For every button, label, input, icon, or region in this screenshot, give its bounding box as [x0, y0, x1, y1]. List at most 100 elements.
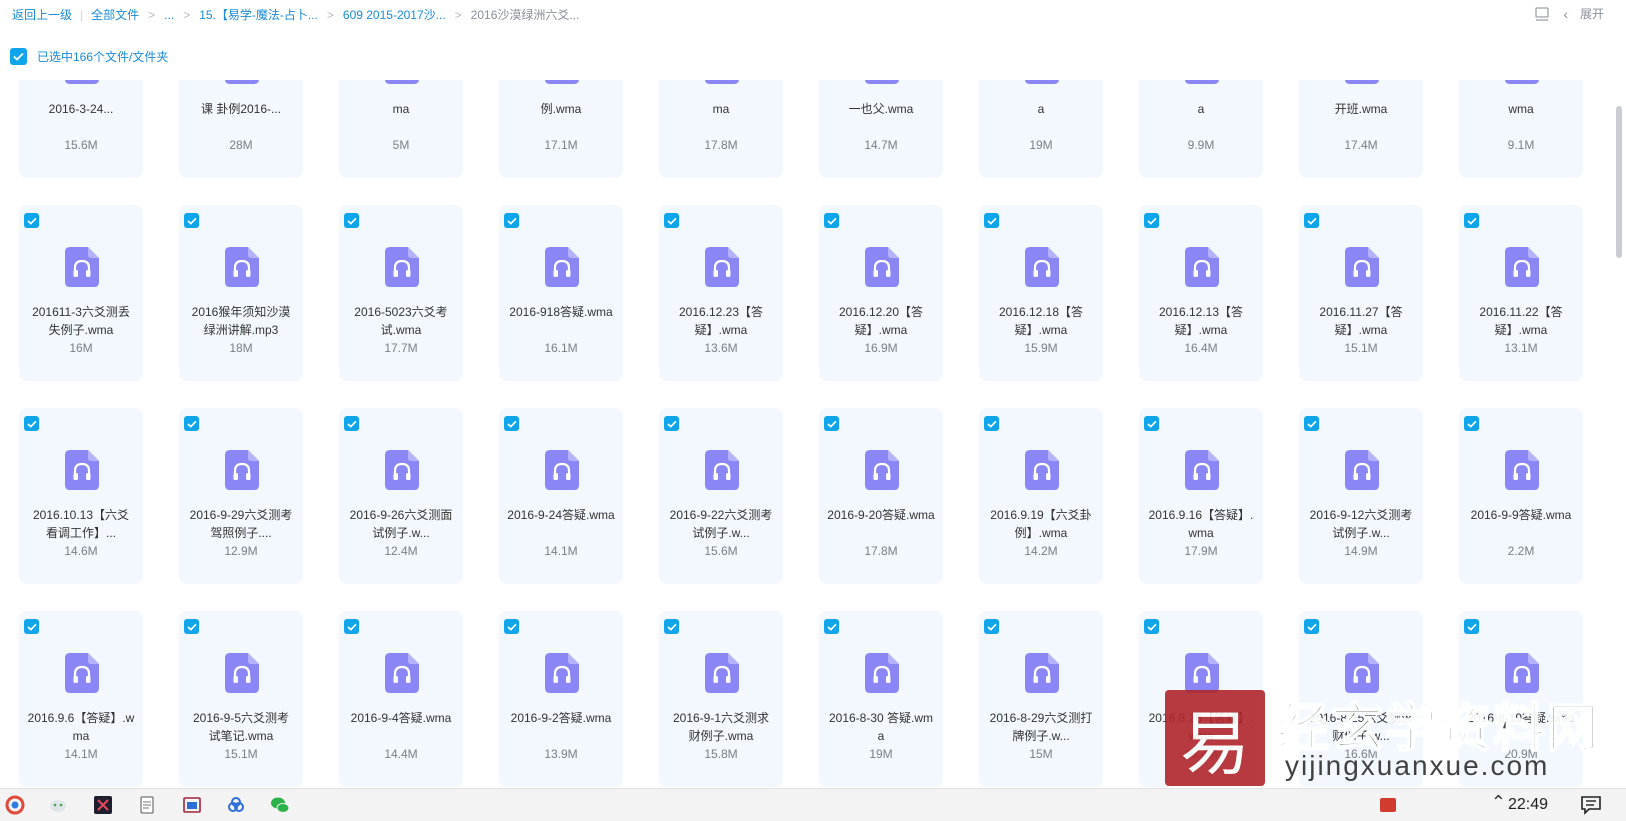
- file-card[interactable]: 2016.9.6【答疑】.wma 14.1M: [19, 611, 143, 787]
- chevron-left-icon[interactable]: ‹: [1563, 6, 1568, 22]
- file-checkbox[interactable]: [504, 619, 519, 634]
- file-card[interactable]: 2016-9-2答疑.wma 13.9M: [499, 611, 623, 787]
- breadcrumb-item-ellipsis[interactable]: ...: [164, 8, 174, 22]
- file-checkbox[interactable]: [984, 619, 999, 634]
- file-checkbox[interactable]: [344, 619, 359, 634]
- file-card[interactable]: 开班.wma 17.4M: [1299, 80, 1423, 178]
- file-checkbox[interactable]: [664, 416, 679, 431]
- file-checkbox[interactable]: [1144, 213, 1159, 228]
- scrollbar-thumb[interactable]: [1616, 106, 1622, 258]
- file-checkbox[interactable]: [664, 619, 679, 634]
- file-card[interactable]: 2016-8-30 答疑.wma 19M: [819, 611, 943, 787]
- file-card[interactable]: 2016.10.13【六爻看调工作】... 14.6M: [19, 408, 143, 584]
- file-card[interactable]: 201611-3六爻测丢失例子.wma 16M: [19, 205, 143, 381]
- input-method-icon[interactable]: [1378, 796, 1398, 816]
- window-app-icon[interactable]: [182, 795, 202, 815]
- file-card[interactable]: 2016.9.16【答疑】.wma 17.9M: [1139, 408, 1263, 584]
- file-checkbox[interactable]: [1464, 213, 1479, 228]
- file-checkbox[interactable]: [984, 213, 999, 228]
- chevron-up-icon[interactable]: ⌃: [1491, 792, 1506, 813]
- file-checkbox[interactable]: [1464, 619, 1479, 634]
- file-checkbox[interactable]: [344, 416, 359, 431]
- file-card[interactable]: 课 卦例2016-... 28M: [179, 80, 303, 178]
- cloud-app-icon[interactable]: [226, 795, 246, 815]
- select-all-checkbox[interactable]: [10, 48, 27, 65]
- file-checkbox[interactable]: [1304, 416, 1319, 431]
- file-card[interactable]: 2016猴年须知沙漠绿洲讲解.mp3 18M: [179, 205, 303, 381]
- file-card[interactable]: 2016-9-24答疑.wma 14.1M: [499, 408, 623, 584]
- file-card[interactable]: ma 5M: [339, 80, 463, 178]
- breadcrumb-item-folder-15[interactable]: 15.【易学-魔法-占卜...: [199, 6, 318, 23]
- file-card[interactable]: 2016-9-9答疑.wma 2.2M: [1459, 408, 1583, 584]
- file-card[interactable]: 2016-9-1六爻测求财例子.wma 15.8M: [659, 611, 783, 787]
- file-checkbox[interactable]: [824, 416, 839, 431]
- file-checkbox[interactable]: [1304, 213, 1319, 228]
- file-card[interactable]: 2016-5023六爻考试.wma 17.7M: [339, 205, 463, 381]
- file-checkbox[interactable]: [1144, 619, 1159, 634]
- file-size: 15.6M: [704, 544, 738, 558]
- file-card[interactable]: 2016.11.22【答疑】.wma 13.1M: [1459, 205, 1583, 381]
- file-size: 15.1M: [224, 747, 258, 761]
- selection-bar: 已选中166个文件/文件夹: [10, 48, 168, 65]
- file-checkbox[interactable]: [1304, 619, 1319, 634]
- file-card[interactable]: a 9.9M: [1139, 80, 1263, 178]
- file-checkbox[interactable]: [984, 416, 999, 431]
- file-card[interactable]: 2016.8.26【答疑】.wma 15.4M: [1139, 611, 1263, 787]
- file-checkbox[interactable]: [184, 619, 199, 634]
- file-card[interactable]: 2016.12.13【答疑】.wma 16.4M: [1139, 205, 1263, 381]
- file-checkbox[interactable]: [24, 213, 39, 228]
- file-card[interactable]: 2016-9-4答疑.wma 14.4M: [339, 611, 463, 787]
- file-checkbox[interactable]: [24, 416, 39, 431]
- file-card[interactable]: 一也父.wma 14.7M: [819, 80, 943, 178]
- file-card[interactable]: 2016.12.23【答疑】.wma 13.6M: [659, 205, 783, 381]
- file-checkbox[interactable]: [344, 213, 359, 228]
- wechat-icon[interactable]: [270, 795, 290, 815]
- expand-button[interactable]: 展开: [1580, 5, 1604, 22]
- file-card[interactable]: 2016-8-29六爻测打牌例子.w... 15M: [979, 611, 1103, 787]
- file-card[interactable]: 2016.9.19【六爻卦例】.wma 14.2M: [979, 408, 1103, 584]
- file-card[interactable]: 2016.11.27【答疑】.wma 15.1M: [1299, 205, 1423, 381]
- file-card[interactable]: ma 17.8M: [659, 80, 783, 178]
- file-card[interactable]: 例.wma 17.1M: [499, 80, 623, 178]
- file-size: 18M: [229, 341, 253, 355]
- breadcrumb-item-all-files[interactable]: 全部文件: [91, 6, 139, 23]
- file-checkbox[interactable]: [24, 619, 39, 634]
- list-view-icon[interactable]: [1533, 6, 1551, 22]
- file-name: 2016-8-25六爻测求财例子.w...: [1309, 711, 1413, 743]
- file-card[interactable]: 2016-8-19答疑.wma 20.9M: [1459, 611, 1583, 787]
- browser-icon[interactable]: [5, 795, 25, 815]
- file-card[interactable]: 2016.12.18【答疑】.wma 15.9M: [979, 205, 1103, 381]
- file-card[interactable]: 2016-9-12六爻测考试例子.w... 14.9M: [1299, 408, 1423, 584]
- file-checkbox[interactable]: [664, 213, 679, 228]
- file-checkbox[interactable]: [1144, 416, 1159, 431]
- file-card[interactable]: 2016-9-22六爻测考试例子.w... 15.6M: [659, 408, 783, 584]
- file-checkbox[interactable]: [184, 213, 199, 228]
- file-card[interactable]: 2016-8-25六爻测求财例子.w... 16.6M: [1299, 611, 1423, 787]
- file-card[interactable]: wma 9.1M: [1459, 80, 1583, 178]
- file-checkbox[interactable]: [184, 416, 199, 431]
- file-card[interactable]: a 19M: [979, 80, 1103, 178]
- ide-icon[interactable]: [93, 795, 113, 815]
- file-checkbox[interactable]: [504, 213, 519, 228]
- file-card[interactable]: 2016-9-26六爻测面试例子.w... 12.4M: [339, 408, 463, 584]
- notification-icon[interactable]: [1580, 795, 1602, 815]
- file-size: 17.7M: [384, 341, 418, 355]
- file-checkbox[interactable]: [504, 416, 519, 431]
- file-card[interactable]: 2016-9-20答疑.wma 17.8M: [819, 408, 943, 584]
- file-card[interactable]: 2016-3-24... 15.6M: [19, 80, 143, 178]
- file-checkbox[interactable]: [824, 619, 839, 634]
- file-size: 13.1M: [1504, 341, 1538, 355]
- file-card[interactable]: 2016.12.20【答疑】.wma 16.9M: [819, 205, 943, 381]
- breadcrumb-item-folder-609[interactable]: 609 2015-2017沙...: [343, 6, 446, 23]
- chat-app-icon[interactable]: [48, 795, 68, 815]
- notepad-icon[interactable]: [137, 795, 157, 815]
- file-checkbox[interactable]: [1464, 416, 1479, 431]
- file-checkbox[interactable]: [824, 213, 839, 228]
- file-card[interactable]: 2016-9-5六爻测考试笔记.wma 15.1M: [179, 611, 303, 787]
- audio-file-icon: [1185, 450, 1219, 490]
- audio-file-icon: [545, 80, 579, 84]
- back-link[interactable]: 返回上一级: [12, 6, 72, 23]
- file-card[interactable]: 2016-918答疑.wma 16.1M: [499, 205, 623, 381]
- audio-file-icon: [545, 247, 579, 287]
- file-card[interactable]: 2016-9-29六爻测考驾照例子.... 12.9M: [179, 408, 303, 584]
